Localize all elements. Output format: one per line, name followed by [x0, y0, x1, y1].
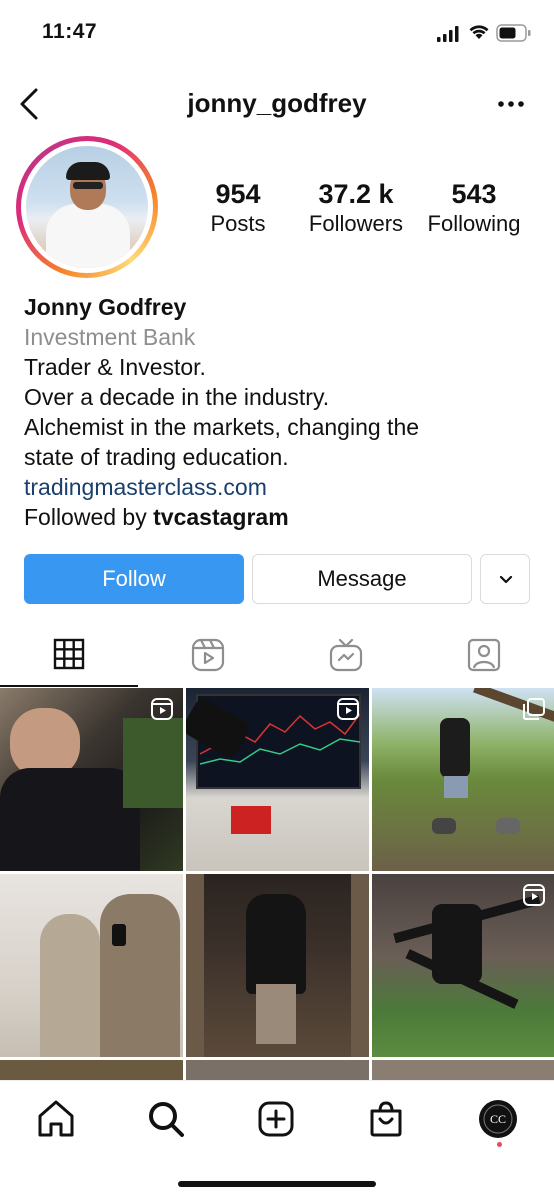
cellular-signal-icon — [437, 26, 459, 42]
post-thumbnail[interactable] — [186, 874, 369, 1057]
following-count[interactable]: 543 Following — [414, 178, 534, 238]
igtv-icon — [329, 638, 363, 672]
reels-icon — [191, 638, 225, 672]
bio-line: Trader & Investor. — [24, 354, 206, 380]
more-options-icon[interactable] — [496, 96, 526, 112]
tab-reels[interactable] — [138, 624, 276, 688]
shop-icon[interactable] — [364, 1097, 408, 1141]
home-icon[interactable] — [34, 1097, 78, 1141]
follow-button[interactable]: Follow — [24, 554, 244, 604]
home-indicator — [178, 1181, 376, 1187]
reel-indicator-icon — [337, 698, 359, 720]
tagged-icon — [467, 638, 501, 672]
posts-label: Posts — [210, 211, 266, 236]
svg-text:CC: CC — [490, 1112, 506, 1126]
tab-grid[interactable] — [0, 624, 138, 688]
message-button[interactable]: Message — [252, 554, 472, 604]
chevron-down-icon — [499, 575, 513, 584]
story-ring[interactable] — [16, 136, 158, 278]
profile-category: Investment Bank — [24, 324, 196, 350]
posts-grid — [0, 688, 554, 1080]
profile-header: jonny_godfrey — [0, 76, 554, 132]
post-thumbnail[interactable] — [0, 688, 183, 871]
tab-igtv[interactable] — [276, 624, 414, 688]
multiple-photos-icon — [523, 698, 545, 720]
posts-count[interactable]: 954 Posts — [178, 178, 298, 238]
followed-by-user[interactable]: tvcastagram — [153, 504, 289, 530]
new-post-icon[interactable] — [254, 1097, 298, 1141]
followed-by[interactable]: Followed by tvcastagram — [24, 502, 544, 532]
profile-tabs — [0, 624, 554, 688]
bio-line: Over a decade in the industry. — [24, 384, 330, 410]
post-thumbnail[interactable] — [186, 1060, 369, 1080]
tab-tagged[interactable] — [414, 624, 552, 688]
post-thumbnail[interactable] — [0, 874, 183, 1057]
following-value: 543 — [451, 179, 497, 209]
grid-icon — [53, 638, 85, 670]
bio-line: state of trading education. — [24, 444, 289, 470]
bio-line: Alchemist in the markets, changing the — [24, 414, 420, 440]
reel-indicator-icon — [151, 698, 173, 720]
post-thumbnail[interactable] — [372, 874, 554, 1057]
status-time: 11:47 — [42, 20, 98, 43]
profile-name: Jonny Godfrey — [24, 294, 187, 320]
post-thumbnail[interactable] — [0, 1060, 183, 1080]
followed-by-prefix: Followed by — [24, 504, 154, 530]
followers-label: Followers — [308, 211, 404, 236]
profile-avatar-icon[interactable]: CC — [476, 1097, 520, 1141]
posts-value: 954 — [215, 179, 261, 209]
battery-icon — [496, 24, 531, 42]
notification-dot — [497, 1142, 502, 1147]
following-label: Following — [427, 211, 521, 236]
post-thumbnail[interactable] — [372, 688, 554, 871]
header-username: jonny_godfrey — [187, 88, 367, 118]
bottom-navigation: CC — [0, 1080, 554, 1160]
active-tab-indicator — [0, 685, 138, 687]
wifi-icon — [469, 25, 489, 39]
search-icon[interactable] — [144, 1097, 188, 1141]
reel-indicator-icon — [523, 884, 545, 906]
post-thumbnail[interactable] — [186, 688, 369, 871]
profile-bio: Jonny Godfrey Investment Bank Trader & I… — [24, 292, 544, 532]
followers-value: 37.2 k — [318, 179, 394, 209]
followers-count[interactable]: 37.2 k Followers — [296, 178, 416, 238]
status-bar: 11:47 — [0, 0, 554, 64]
post-thumbnail[interactable] — [372, 1060, 554, 1080]
suggested-accounts-button[interactable] — [480, 554, 530, 604]
website-link[interactable]: tradingmasterclass.com — [24, 472, 544, 502]
profile-avatar[interactable] — [26, 146, 148, 268]
